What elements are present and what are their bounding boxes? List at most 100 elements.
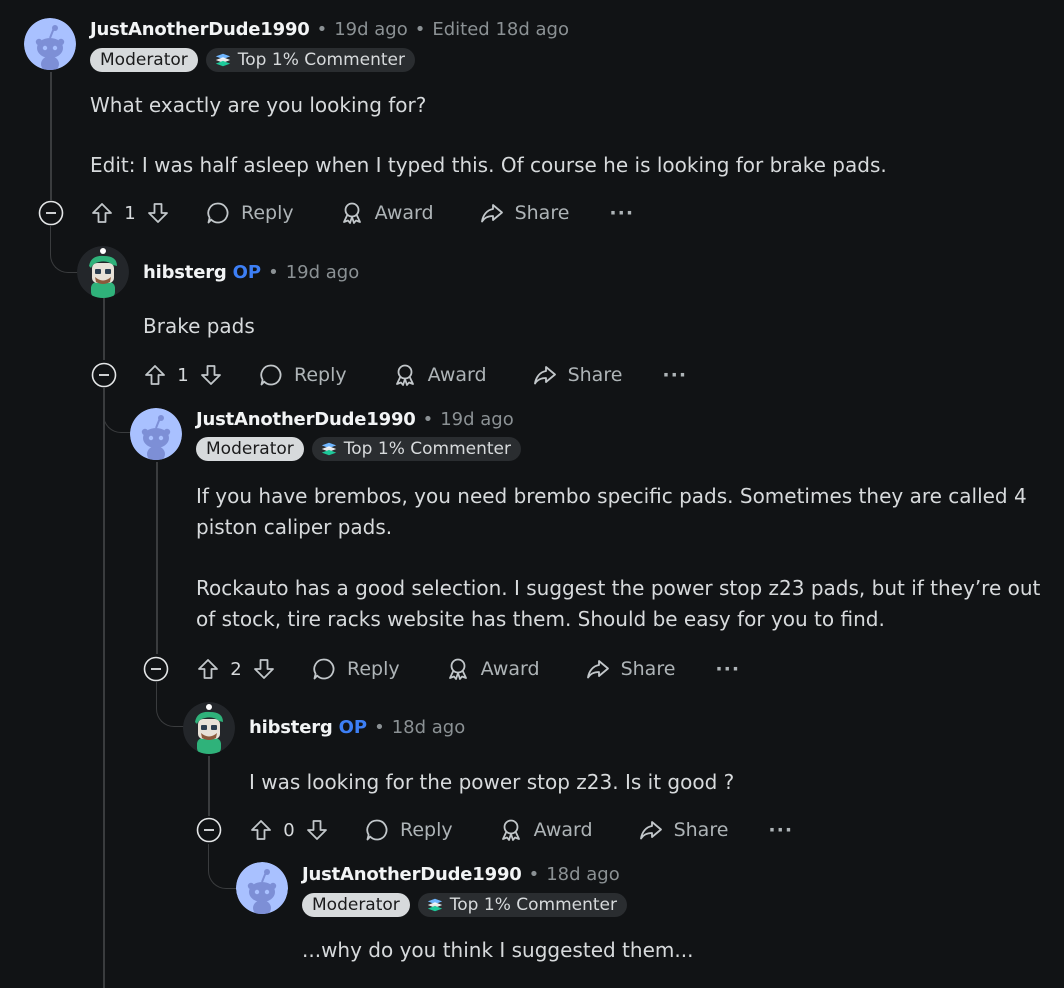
thread-line xyxy=(156,462,158,654)
author-name[interactable]: JustAnotherDude1990 xyxy=(196,408,416,432)
vote-score: 1 xyxy=(124,202,136,224)
vote-score: 1 xyxy=(177,364,189,386)
edited-label: Edited 18d ago xyxy=(432,19,569,40)
vote-control: 0 xyxy=(249,818,329,842)
comment-meta: JustAnotherDude1990 • 18d ago xyxy=(302,863,620,887)
thread-line xyxy=(103,296,105,360)
more-icon[interactable]: ··· xyxy=(715,658,740,680)
award-label: Award xyxy=(374,202,434,224)
share-button[interactable]: Share xyxy=(533,363,622,387)
author-name[interactable]: JustAnotherDude1990 xyxy=(302,863,522,887)
comment-body: ...why do you think I suggested them... xyxy=(302,935,1042,966)
award-button[interactable]: Award xyxy=(393,363,487,387)
vote-control: 1 xyxy=(90,201,170,225)
share-label: Share xyxy=(514,202,570,224)
comment-paragraph: What exactly are you looking for? xyxy=(90,93,427,117)
timestamp[interactable]: 19d ago xyxy=(334,18,408,42)
top-commenter-icon xyxy=(214,51,232,69)
downvote-icon[interactable] xyxy=(252,657,276,681)
moderator-badge: Moderator xyxy=(196,437,304,461)
collapse-icon[interactable] xyxy=(196,817,222,843)
downvote-icon[interactable] xyxy=(146,201,170,225)
vote-control: 2 xyxy=(196,657,276,681)
character-avatar-icon[interactable] xyxy=(77,246,129,298)
share-label: Share xyxy=(673,819,729,841)
award-button[interactable]: Award xyxy=(340,201,434,225)
user-badges: Moderator Top 1% Commenter xyxy=(90,48,415,72)
separator: • xyxy=(374,717,385,738)
more-icon[interactable]: ··· xyxy=(609,202,634,224)
award-icon xyxy=(446,657,470,681)
top-commenter-label: Top 1% Commenter xyxy=(343,439,511,459)
upvote-icon[interactable] xyxy=(143,363,167,387)
comment-paragraph: Brake pads xyxy=(143,314,255,338)
collapse-icon[interactable] xyxy=(143,656,169,682)
share-icon xyxy=(639,818,663,842)
top-commenter-badge: Top 1% Commenter xyxy=(205,48,415,72)
timestamp[interactable]: 18d ago xyxy=(546,863,620,887)
author-name[interactable]: JustAnotherDude1990 xyxy=(90,18,310,42)
reply-button[interactable]: Reply xyxy=(312,657,400,681)
author-name[interactable]: hibsterg xyxy=(143,261,227,285)
award-icon xyxy=(340,201,364,225)
share-icon xyxy=(533,363,557,387)
upvote-icon[interactable] xyxy=(196,657,220,681)
upvote-icon[interactable] xyxy=(90,201,114,225)
timestamp[interactable]: 19d ago xyxy=(286,261,360,285)
snoo-avatar-icon[interactable] xyxy=(236,862,288,914)
collapse-icon[interactable] xyxy=(91,362,117,388)
share-icon xyxy=(480,201,504,225)
comment-paragraph: Edit: I was half asleep when I typed thi… xyxy=(90,153,887,177)
comment-body: What exactly are you looking for? Edit: … xyxy=(90,90,1040,181)
award-button[interactable]: Award xyxy=(499,818,593,842)
share-icon xyxy=(586,657,610,681)
vote-score: 0 xyxy=(283,819,295,841)
comment-body: I was looking for the power stop z23. Is… xyxy=(249,767,1039,798)
thread-elbow xyxy=(50,226,79,273)
comment-paragraph: Rockauto has a good selection. I suggest… xyxy=(196,576,1041,631)
reply-button[interactable]: Reply xyxy=(206,201,294,225)
comment-icon xyxy=(259,363,283,387)
collapse-icon[interactable] xyxy=(38,200,64,226)
op-label: OP xyxy=(232,262,262,283)
award-label: Award xyxy=(427,364,487,386)
share-button[interactable]: Share xyxy=(480,201,570,225)
share-button[interactable]: Share xyxy=(586,657,675,681)
comment-meta: hibsterg OP • 19d ago xyxy=(143,261,359,285)
top-commenter-badge: Top 1% Commenter xyxy=(311,437,521,461)
reply-label: Reply xyxy=(347,658,400,680)
more-icon[interactable]: ··· xyxy=(662,364,687,386)
reply-label: Reply xyxy=(294,364,347,386)
thread-elbow xyxy=(103,388,132,433)
character-avatar-icon[interactable] xyxy=(183,702,235,754)
comment-actions: 1 Reply Award Share ··· xyxy=(90,195,634,231)
separator: • xyxy=(528,864,540,885)
snoo-avatar-icon[interactable] xyxy=(24,18,76,70)
comment-actions: 2 Reply Award Share ··· xyxy=(196,651,740,687)
downvote-icon[interactable] xyxy=(305,818,329,842)
award-button[interactable]: Award xyxy=(446,657,540,681)
reply-button[interactable]: Reply xyxy=(259,363,347,387)
comment-paragraph: If you have brembos, you need brembo spe… xyxy=(196,484,1027,539)
reply-label: Reply xyxy=(400,819,453,841)
downvote-icon[interactable] xyxy=(199,363,223,387)
moderator-badge: Moderator xyxy=(90,48,198,72)
reply-label: Reply xyxy=(241,202,294,224)
comment-icon xyxy=(312,657,336,681)
comment-icon xyxy=(206,201,230,225)
separator: • xyxy=(268,262,279,283)
top-commenter-icon xyxy=(426,896,444,914)
timestamp[interactable]: 18d ago xyxy=(392,716,466,740)
share-button[interactable]: Share xyxy=(639,818,729,842)
author-name[interactable]: hibsterg xyxy=(249,716,333,740)
award-icon xyxy=(393,363,417,387)
award-icon xyxy=(499,818,523,842)
moderator-badge: Moderator xyxy=(302,893,410,917)
snoo-avatar-icon[interactable] xyxy=(130,408,182,460)
thread-line xyxy=(103,388,105,988)
upvote-icon[interactable] xyxy=(249,818,273,842)
comment-meta: JustAnotherDude1990 • 19d ago xyxy=(196,408,514,432)
timestamp[interactable]: 19d ago xyxy=(440,408,514,432)
reply-button[interactable]: Reply xyxy=(365,818,453,842)
more-icon[interactable]: ··· xyxy=(768,819,793,841)
